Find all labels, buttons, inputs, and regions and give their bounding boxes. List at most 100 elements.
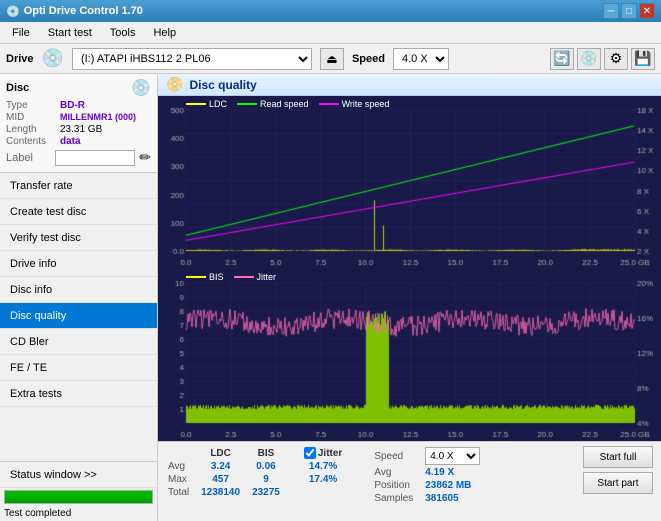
max-bis: 9 [246,473,286,486]
top-chart-wrapper: LDC Read speed Write speed [158,96,661,269]
minimize-button[interactable]: ─ [603,3,619,19]
menu-file[interactable]: File [4,25,38,41]
sidebar-item-label: FE / TE [10,362,47,374]
sidebar: Disc 💿 Type BD-R MID MILLENMR1 (000) Len… [0,74,158,521]
sidebar-item-transfer-rate[interactable]: Transfer rate [0,173,157,199]
speed-select[interactable]: 4.0 X [393,48,449,70]
panel-icon: 📀 [166,76,183,93]
avg-jitter: 14.7% [298,460,348,473]
row-avg-label: Avg [166,460,195,473]
max-jitter: 17.4% [298,473,348,486]
sidebar-item-fe-te[interactable]: FE / TE [0,355,157,381]
total-ldc: 1238140 [195,486,246,499]
disc-refresh-icon[interactable]: 💿 [131,78,151,98]
sidebar-item-drive-info[interactable]: Drive info [0,251,157,277]
right-panel: 📀 Disc quality LDC Read speed [158,74,661,521]
start-part-button[interactable]: Start part [583,472,653,494]
jitter-legend: Jitter [234,272,277,282]
bottom-chart [158,269,661,441]
sidebar-item-disc-quality[interactable]: Disc quality [0,303,157,329]
ldc-legend-color [186,103,206,105]
maximize-button[interactable]: □ [621,3,637,19]
menu-bar: File Start test Tools Help [0,22,661,44]
drive-icon: 💿 [42,48,64,69]
stats-table: LDC BIS Jitter Avg 3.24 0.06 14.7% [166,446,348,517]
disc-type-label: Type [6,100,56,111]
avg-ldc: 3.24 [195,460,246,473]
col-ldc: LDC [195,446,246,460]
refresh-icon[interactable]: 🔄 [550,48,574,70]
app-title: Opti Drive Control 1.70 [24,5,143,17]
main-content: Disc 💿 Type BD-R MID MILLENMR1 (000) Len… [0,74,661,521]
jitter-checkbox[interactable] [304,447,316,459]
disc-panel: Disc 💿 Type BD-R MID MILLENMR1 (000) Len… [0,74,157,173]
sidebar-item-verify-test-disc[interactable]: Verify test disc [0,225,157,251]
disc-label-input[interactable] [55,150,135,166]
drive-select[interactable]: (I:) ATAPI iHBS112 2 PL06 [72,48,312,70]
total-bis: 23275 [246,486,286,499]
sidebar-item-disc-info[interactable]: Disc info [0,277,157,303]
label-edit-icon[interactable]: ✏ [139,149,151,166]
progress-bar-fill [5,491,152,503]
samples-val: 381605 [419,492,486,505]
top-chart [158,96,661,269]
disc-contents-label: Contents [6,136,56,147]
disc-length-label: Length [6,124,56,135]
bis-legend: BIS [186,272,224,282]
sidebar-item-label: CD Bler [10,336,49,348]
write-speed-legend: Write speed [319,99,390,109]
sidebar-item-label: Disc quality [10,310,66,322]
toolbar-icons: 🔄 💿 ⚙ 💾 [550,48,655,70]
title-bar-controls: ─ □ ✕ [603,3,655,19]
stats-speed-select[interactable]: 4.0 X [425,447,480,465]
bis-legend-label: BIS [209,272,224,282]
sidebar-item-extra-tests[interactable]: Extra tests [0,381,157,407]
read-speed-legend: Read speed [237,99,309,109]
disc-contents-row: Contents data [6,136,151,147]
drive-label: Drive [6,53,34,65]
sidebar-item-label: Verify test disc [10,232,81,244]
samples-label: Samples [368,492,419,505]
sidebar-item-label: Create test disc [10,206,86,218]
start-full-button[interactable]: Start full [583,446,653,468]
disc-contents-value: data [60,136,81,147]
nav-items: Transfer rate Create test disc Verify te… [0,173,157,461]
title-bar-left: 💿 Opti Drive Control 1.70 [6,5,143,18]
disc-mid-value: MILLENMR1 (000) [60,112,136,123]
sidebar-item-create-test-disc[interactable]: Create test disc [0,199,157,225]
menu-help[interactable]: Help [145,25,184,41]
status-window-label: Status window >> [10,469,97,481]
disc-type-value: BD-R [60,100,85,111]
eject-button[interactable]: ⏏ [320,48,344,70]
position-label: Position [368,479,419,492]
avg-speed-val-label: Avg [368,466,419,479]
status-section: Status window >> Test completed [0,461,157,521]
disc-title: Disc [6,82,29,94]
top-chart-legend: LDC Read speed Write speed [186,99,389,109]
disc-length-row: Length 23.31 GB [6,124,151,135]
disc-length-value: 23.31 GB [60,124,102,135]
sidebar-item-cd-bler[interactable]: CD Bler [0,329,157,355]
settings-icon[interactable]: ⚙ [604,48,628,70]
sidebar-item-label: Disc info [10,284,52,296]
write-speed-legend-label: Write speed [342,99,390,109]
avg-bis: 0.06 [246,460,286,473]
ldc-legend-label: LDC [209,99,227,109]
sidebar-item-label: Extra tests [10,388,62,400]
status-window-button[interactable]: Status window >> [0,462,157,488]
disc-label-key: Label [6,152,51,164]
col-bis: BIS [246,446,286,460]
speed-col-header: Speed [368,446,419,466]
menu-tools[interactable]: Tools [102,25,144,41]
speed-info: Speed 4.0 X Avg 4.19 X Position 23862 MB… [368,446,486,517]
progress-bar-container [4,490,153,504]
close-button[interactable]: ✕ [639,3,655,19]
panel-title: Disc quality [189,78,256,92]
bottom-chart-legend: BIS Jitter [186,272,276,282]
status-text: Test completed [0,506,157,521]
jitter-legend-color [234,276,254,278]
menu-start-test[interactable]: Start test [40,25,100,41]
disc-icon[interactable]: 💿 [577,48,601,70]
save-icon[interactable]: 💾 [631,48,655,70]
ldc-legend: LDC [186,99,227,109]
